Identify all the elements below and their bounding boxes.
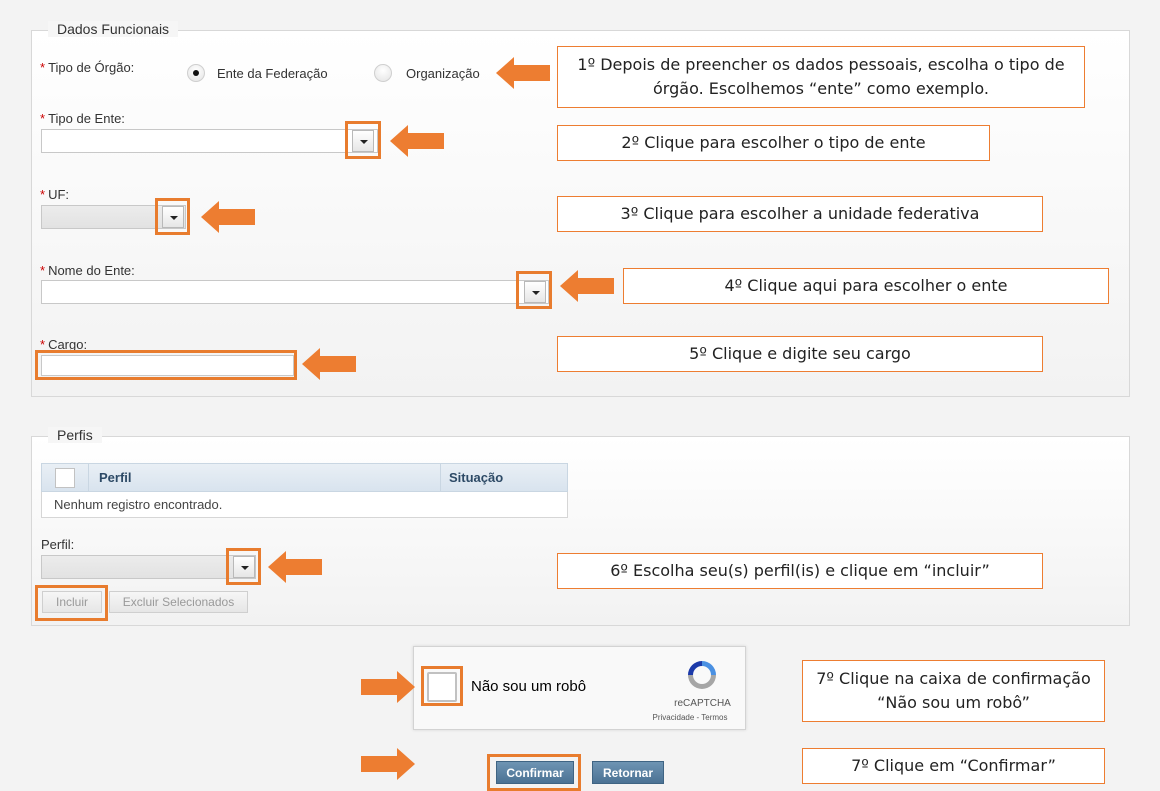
radio-organizacao-label[interactable]: Organização: [406, 66, 480, 81]
highlight-nome-ente: [516, 271, 552, 309]
highlight-uf: [155, 198, 190, 235]
nome-ente-label: * Nome do Ente:: [40, 263, 135, 278]
required-marker: *: [40, 111, 46, 126]
table-row-empty: Nenhum registro encontrado.: [41, 491, 568, 518]
arrow-right-icon: [361, 671, 415, 703]
note-step-3: 3º Clique para escolher a unidade federa…: [557, 196, 1043, 232]
select-all-checkbox-cell[interactable]: [41, 463, 89, 492]
tipo-ente-select[interactable]: [41, 129, 378, 153]
arrow-left-icon: [201, 201, 255, 233]
arrow-left-icon: [390, 125, 444, 157]
radio-ente-federacao-label[interactable]: Ente da Federação: [217, 66, 328, 81]
empty-message: Nenhum registro encontrado.: [41, 491, 568, 518]
retornar-button[interactable]: Retornar: [592, 761, 664, 784]
nome-ente-select[interactable]: [41, 280, 549, 304]
excluir-selecionados-button[interactable]: Excluir Selecionados: [109, 591, 248, 613]
note-step-4: 4º Clique aqui para escolher o ente: [623, 268, 1109, 304]
radio-selected-dot: [193, 70, 199, 76]
uf-label-text: UF:: [48, 187, 70, 202]
uf-label: * UF:: [40, 187, 69, 202]
required-marker: *: [40, 263, 46, 278]
column-perfil[interactable]: Perfil: [88, 463, 441, 492]
perfil-select[interactable]: [41, 555, 256, 579]
select-all-checkbox[interactable]: [55, 467, 75, 488]
arrow-left-icon: [302, 348, 356, 380]
arrow-left-icon: [496, 57, 550, 89]
nome-ente-label-text: Nome do Ente:: [48, 263, 135, 278]
required-marker: *: [40, 60, 46, 75]
recaptcha-brand: reCAPTCHA: [674, 698, 731, 709]
arrow-left-icon: [268, 551, 322, 583]
perfis-table-header: Perfil Situação: [41, 463, 568, 492]
perfil-label: Perfil:: [41, 537, 75, 552]
radio-organizacao[interactable]: [374, 64, 392, 82]
highlight-cargo: [35, 350, 297, 380]
tipo-ente-label: * Tipo de Ente:: [40, 111, 125, 126]
note-step-7-confirmar: 7º Clique em “Confirmar”: [802, 748, 1105, 784]
dados-funcionais-legend: Dados Funcionais: [48, 21, 179, 37]
arrow-left-icon: [560, 270, 614, 302]
perfis-legend: Perfis: [48, 427, 102, 443]
recaptcha-label: Não sou um robô: [471, 678, 587, 695]
recaptcha-links[interactable]: Privacidade - Termos: [640, 713, 740, 722]
highlight-recaptcha: [421, 666, 463, 706]
note-step-7-captcha: 7º Clique na caixa de confirmação “Não s…: [802, 660, 1105, 722]
tipo-orgao-label: * Tipo de Órgão:: [40, 60, 134, 75]
column-situacao[interactable]: Situação: [440, 463, 568, 492]
highlight-confirmar: [487, 754, 581, 791]
highlight-tipo-ente: [345, 121, 381, 159]
required-marker: *: [40, 187, 46, 202]
note-step-2: 2º Clique para escolher o tipo de ente: [557, 125, 990, 161]
perfis-table: Perfil Situação Nenhum registro encontra…: [41, 463, 568, 518]
highlight-perfil: [226, 548, 261, 585]
tipo-orgao-label-text: Tipo de Órgão:: [48, 60, 135, 75]
note-step-1: 1º Depois de preencher os dados pessoais…: [557, 46, 1085, 108]
arrow-right-icon: [361, 748, 415, 780]
recaptcha-logo-icon: [688, 661, 716, 689]
note-step-6: 6º Escolha seu(s) perfil(is) e clique em…: [557, 553, 1043, 589]
tipo-ente-label-text: Tipo de Ente:: [48, 111, 125, 126]
highlight-incluir: [35, 585, 108, 621]
note-step-5: 5º Clique e digite seu cargo: [557, 336, 1043, 372]
radio-ente-federacao[interactable]: [187, 64, 205, 82]
